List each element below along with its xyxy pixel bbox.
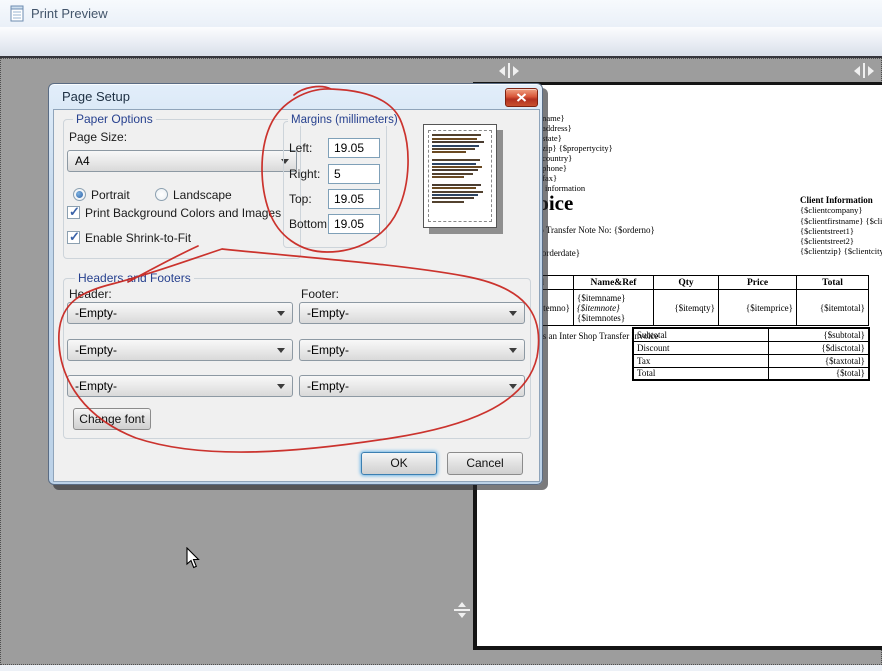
margin-bottom-label: Bottom: [289, 217, 330, 231]
header-dropdown-2[interactable]: -Empty- [67, 339, 293, 361]
chevron-down-icon [509, 348, 517, 357]
print-background-label: Print Background Colors and Images [85, 206, 281, 220]
portrait-radio-label: Portrait [91, 188, 130, 202]
change-font-button[interactable]: Change font [73, 408, 151, 430]
arrow-right-icon [513, 66, 524, 76]
cancel-button[interactable]: Cancel [447, 452, 523, 475]
margin-bottom-input[interactable] [328, 214, 380, 234]
portrait-radio[interactable] [73, 188, 86, 201]
client-information-block: Client Information {$clientcompany} {$cl… [800, 195, 882, 257]
close-button[interactable] [505, 88, 538, 107]
header-dropdown-3[interactable]: -Empty- [67, 375, 293, 397]
page-setup-dialog: Page Setup Paper Options Page Size: A4 P… [48, 83, 543, 485]
pane-splitter-vertical[interactable] [454, 598, 470, 622]
arrow-right-icon [868, 66, 879, 76]
arrow-left-icon [494, 66, 505, 76]
arrow-down-icon [458, 613, 466, 622]
page-preview-thumbnail [423, 124, 497, 228]
chevron-down-icon [277, 311, 285, 320]
chevron-down-icon [509, 384, 517, 393]
landscape-radio[interactable] [155, 188, 168, 201]
items-table: Serial Name&Ref Qty Price Total {$itemno… [490, 275, 869, 326]
mouse-cursor [186, 547, 202, 570]
print-preview-window: Print Preview A A ↔ [0, 0, 882, 671]
toolbar: A A ↔ 1 Page View Shrink T [0, 27, 882, 56]
margin-left-label: Left: [289, 141, 312, 155]
items-header-row: Serial Name&Ref Qty Price Total [491, 276, 869, 290]
totals-table: Subtotal{$subtotal} Discount{$disctotal}… [632, 327, 870, 381]
document-icon [10, 5, 26, 23]
paper-options-label: Paper Options [73, 112, 156, 126]
margin-top-label: Top: [289, 192, 312, 206]
margins-label: Margins (millimeters) [288, 114, 401, 126]
header-label: Header: [69, 287, 112, 301]
status-strip [0, 665, 882, 671]
arrow-up-icon [458, 598, 466, 607]
headers-footers-label: Headers and Footers [75, 271, 194, 285]
close-icon [516, 93, 527, 102]
chevron-down-icon [277, 348, 285, 357]
footer-dropdown-2[interactable]: -Empty- [299, 339, 525, 361]
page-size-label: Page Size: [69, 130, 127, 144]
shrink-to-fit-label: Enable Shrink-to-Fit [85, 231, 191, 245]
pane-splitter-horizontal-right[interactable] [849, 63, 879, 78]
window-title: Print Preview [31, 6, 108, 21]
items-row: {$itemno} {$itemname} {$itemnote} {$item… [491, 290, 869, 326]
footer-dropdown-3[interactable]: -Empty- [299, 375, 525, 397]
margin-right-label: Right: [289, 167, 320, 181]
chevron-down-icon [277, 384, 285, 393]
ok-button[interactable]: OK [361, 452, 437, 475]
margin-right-input[interactable] [328, 164, 380, 184]
margin-left-input[interactable] [328, 138, 380, 158]
footer-label: Footer: [301, 287, 339, 301]
margin-top-input[interactable] [328, 189, 380, 209]
title-bar: Print Preview [0, 0, 882, 27]
footer-dropdown-1[interactable]: -Empty- [299, 302, 525, 324]
page-size-dropdown[interactable]: A4 [67, 150, 297, 172]
dialog-title: Page Setup [62, 89, 130, 104]
pane-splitter-horizontal[interactable] [494, 63, 524, 78]
arrow-left-icon [849, 66, 860, 76]
client-information-heading: Client Information [800, 195, 882, 205]
print-background-checkbox[interactable] [67, 206, 80, 219]
shrink-to-fit-checkbox[interactable] [67, 231, 80, 244]
thumbnail-text-lines [428, 130, 492, 222]
page-size-value: A4 [75, 154, 90, 168]
chevron-down-icon [509, 311, 517, 320]
header-dropdown-1[interactable]: -Empty- [67, 302, 293, 324]
landscape-radio-label: Landscape [173, 188, 232, 202]
